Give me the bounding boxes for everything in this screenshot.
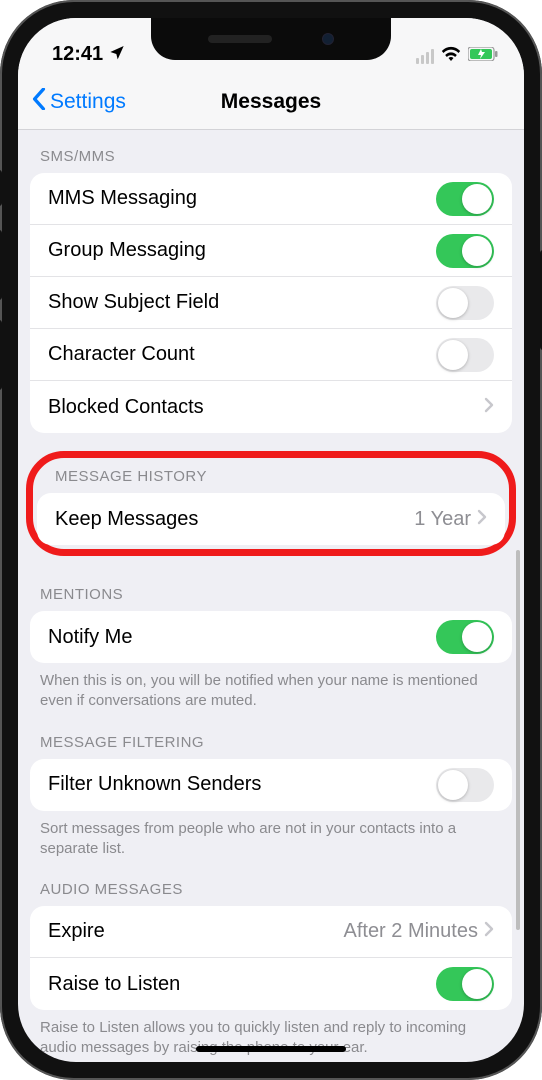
back-label: Settings: [50, 90, 126, 114]
toggle-notify-me[interactable]: [436, 620, 494, 654]
section-header-audio: AUDIO MESSAGES: [18, 863, 524, 906]
row-filter-unknown[interactable]: Filter Unknown Senders: [30, 759, 512, 811]
row-character-count[interactable]: Character Count: [30, 329, 512, 381]
row-label: Keep Messages: [55, 508, 198, 531]
row-value: After 2 Minutes: [343, 920, 478, 943]
battery-icon: [468, 47, 498, 66]
section-header-sms: SMS/MMS: [18, 130, 524, 173]
chevron-right-icon: [484, 920, 494, 943]
home-indicator[interactable]: [196, 1046, 346, 1052]
row-notify-me[interactable]: Notify Me: [30, 611, 512, 663]
phone-screen: 12:41: [18, 18, 524, 1062]
toggle-mms[interactable]: [436, 182, 494, 216]
row-label: Expire: [48, 920, 105, 943]
location-icon: [109, 43, 125, 66]
toggle-raise-listen[interactable]: [436, 967, 494, 1001]
section-footer-filter: Sort messages from people who are not in…: [18, 811, 524, 864]
chevron-left-icon: [32, 88, 46, 116]
section-header-mentions: MENTIONS: [18, 556, 524, 611]
section-history: Keep Messages 1 Year: [37, 493, 505, 545]
wifi-icon: [441, 46, 461, 66]
notch: [151, 18, 391, 60]
row-show-subject[interactable]: Show Subject Field: [30, 277, 512, 329]
chevron-right-icon: [484, 396, 494, 419]
row-label: Show Subject Field: [48, 291, 219, 314]
section-filter: Filter Unknown Senders: [30, 759, 512, 811]
status-time: 12:41: [52, 43, 103, 66]
row-label: Group Messaging: [48, 239, 206, 262]
row-label: Blocked Contacts: [48, 396, 204, 419]
row-label: MMS Messaging: [48, 187, 197, 210]
row-label: Filter Unknown Senders: [48, 773, 261, 796]
row-label: Character Count: [48, 343, 195, 366]
back-button[interactable]: Settings: [18, 88, 126, 116]
toggle-subject[interactable]: [436, 286, 494, 320]
toggle-group[interactable]: [436, 234, 494, 268]
row-blocked-contacts[interactable]: Blocked Contacts: [30, 381, 512, 433]
row-raise-to-listen[interactable]: Raise to Listen: [30, 958, 512, 1010]
section-footer-mentions: When this is on, you will be notified wh…: [18, 663, 524, 716]
chevron-right-icon: [477, 508, 487, 531]
row-expire[interactable]: Expire After 2 Minutes: [30, 906, 512, 958]
highlight-ring: MESSAGE HISTORY Keep Messages 1 Year: [26, 451, 516, 556]
section-sms: MMS Messaging Group Messaging Show Subje…: [30, 173, 512, 433]
section-header-filter: MESSAGE FILTERING: [18, 716, 524, 759]
row-value: 1 Year: [414, 508, 471, 531]
nav-bar: Settings Messages: [18, 74, 524, 130]
section-footer-audio: Raise to Listen allows you to quickly li…: [18, 1010, 524, 1062]
row-group-messaging[interactable]: Group Messaging: [30, 225, 512, 277]
cellular-icon: [416, 49, 434, 64]
row-label: Raise to Listen: [48, 973, 180, 996]
toggle-filter-unknown[interactable]: [436, 768, 494, 802]
scroll-indicator[interactable]: [516, 550, 520, 930]
row-mms-messaging[interactable]: MMS Messaging: [30, 173, 512, 225]
section-mentions: Notify Me: [30, 611, 512, 663]
row-label: Notify Me: [48, 626, 132, 649]
section-audio: Expire After 2 Minutes Raise to Listen: [30, 906, 512, 1010]
settings-content[interactable]: SMS/MMS MMS Messaging Group Messaging Sh…: [18, 130, 524, 1062]
toggle-char-count[interactable]: [436, 338, 494, 372]
row-keep-messages[interactable]: Keep Messages 1 Year: [37, 493, 505, 545]
section-header-history: MESSAGE HISTORY: [37, 458, 505, 493]
